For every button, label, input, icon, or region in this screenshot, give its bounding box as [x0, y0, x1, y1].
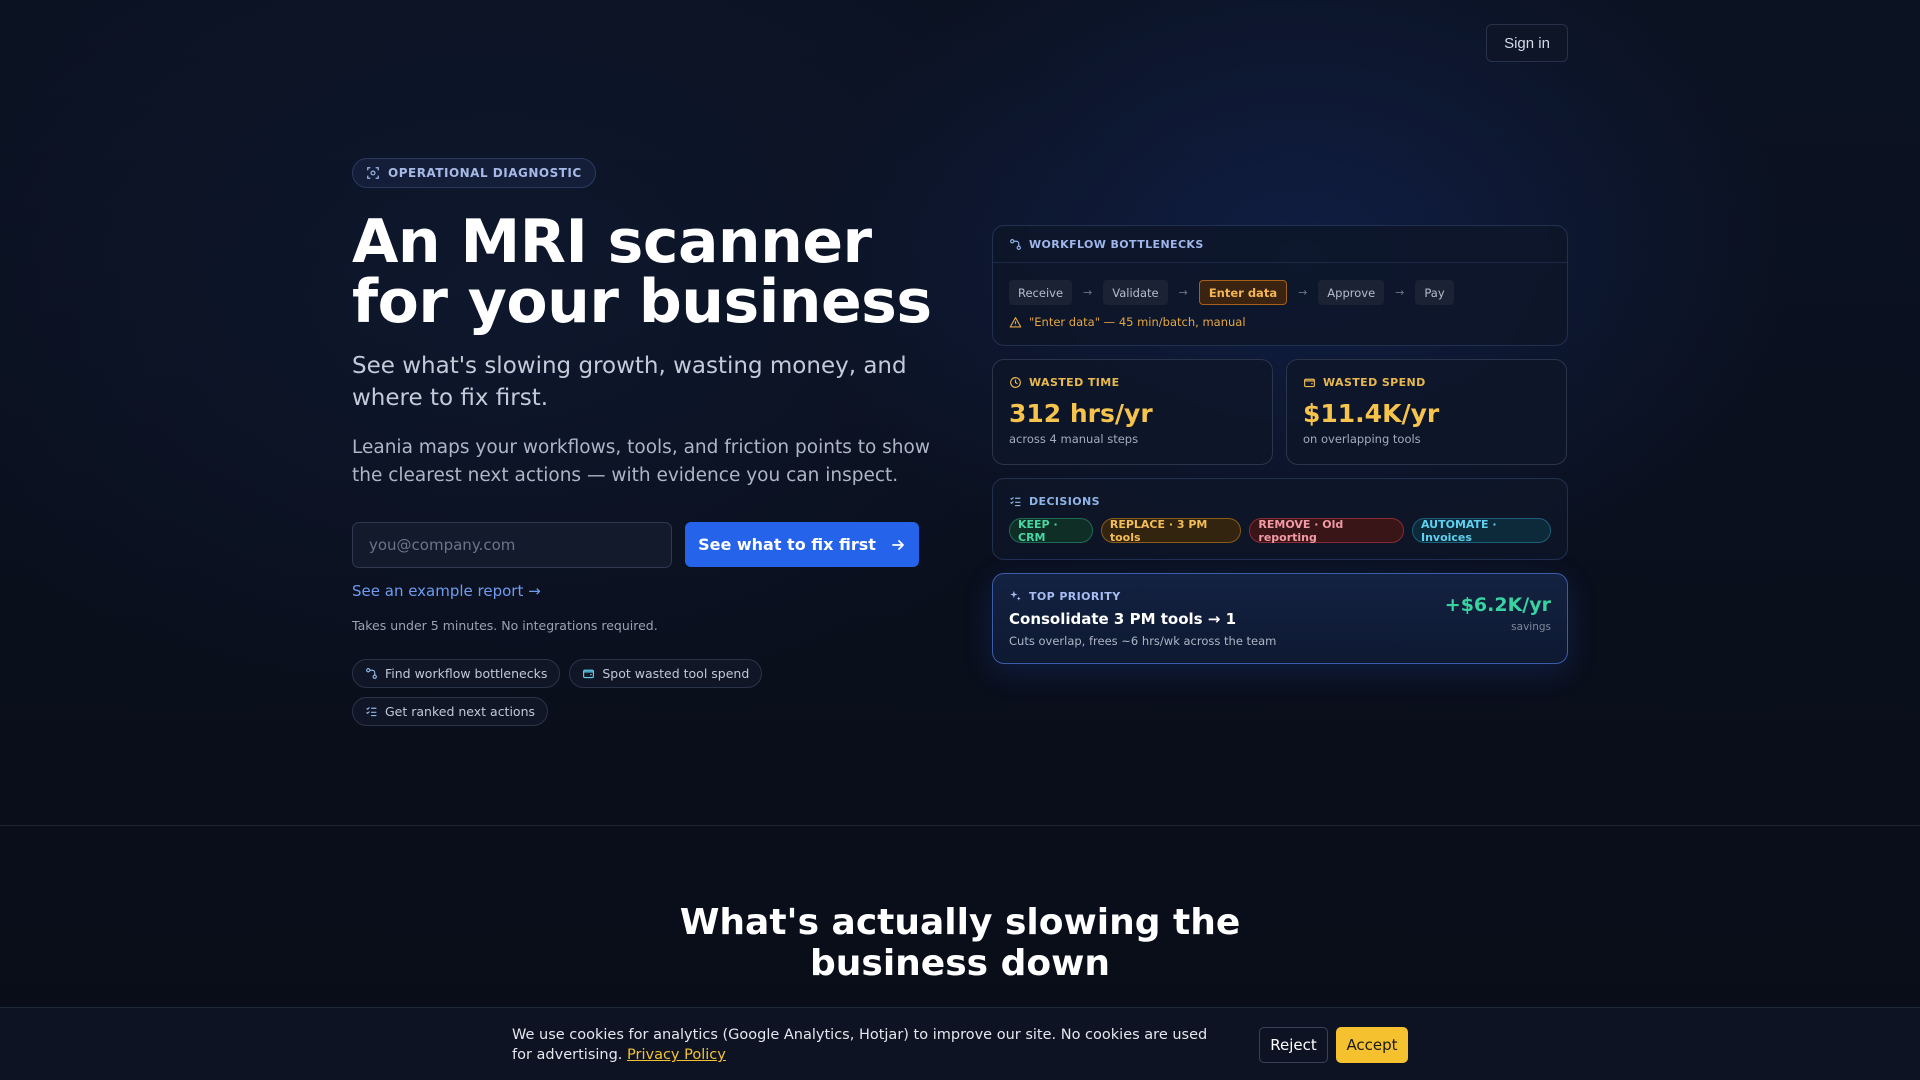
see-what-to-fix-button[interactable]: See what to fix first [685, 522, 919, 567]
savings-value: +$6.2K/yr [1444, 594, 1551, 616]
wasted-time-sub: across 4 manual steps [1009, 432, 1139, 446]
top-priority-label: TOP PRIORITY [1029, 590, 1121, 603]
feature-chip-actions: Get ranked next actions [352, 697, 549, 726]
feature-chip-spend: Spot wasted tool spend [569, 659, 763, 688]
workflow-steps: Receive → Validate → Enter data → Approv… [993, 263, 1567, 305]
clock-icon [1010, 377, 1021, 388]
sign-in-button[interactable]: Sign in [1486, 24, 1568, 62]
workflow-card-label: WORKFLOW BOTTLENECKS [1009, 238, 1204, 251]
step-arrow: → [1083, 286, 1093, 299]
signup-form: See what to fix first [352, 522, 932, 568]
top-priority-card: TOP PRIORITY Consolidate 3 PM tools → 1 … [992, 573, 1568, 664]
example-report-link[interactable]: See an example report → [352, 582, 541, 600]
wallet-icon [1304, 378, 1315, 388]
workflow-icon [366, 668, 377, 679]
hero-section: OPERATIONAL DIAGNOSTIC An MRI scanner fo… [352, 158, 932, 726]
decision-tag-remove: REMOVE · Old reporting [1249, 518, 1404, 544]
decisions-label: DECISIONS [1029, 495, 1100, 508]
top-priority-savings: +$6.2K/yr savings [1445, 594, 1551, 633]
top-priority-sub: Cuts overlap, frees ~6 hrs/wk across the… [1009, 634, 1277, 648]
feature-chip-label: Find workflow bottlenecks [385, 666, 548, 681]
hero-description: Leania maps your workflows, tools, and f… [352, 437, 930, 486]
step-arrow: → [1178, 286, 1188, 299]
wasted-time-card: WASTED TIME 312 hrs/yr across 4 manual s… [992, 359, 1273, 465]
sparkle-icon [1010, 590, 1021, 601]
wasted-spend-card: WASTED SPEND $11.4K/yr on overlapping to… [1286, 359, 1567, 465]
decision-tag-replace: REPLACE · 3 PM tools [1100, 518, 1242, 544]
warning-text: "Enter data" — 45 min/batch, manual [1029, 315, 1246, 329]
step-arrow: → [1395, 286, 1405, 299]
workflow-step: Approve [1318, 280, 1385, 305]
decision-tags: KEEP · CRM REPLACE · 3 PM tools REMOVE ·… [1009, 518, 1551, 544]
workflow-step: Validate [1103, 280, 1168, 305]
cookie-banner: We use cookies for analytics (Google Ana… [0, 1007, 1920, 1080]
section-title: What's actually slowing the business dow… [679, 902, 1241, 984]
scan-icon [367, 167, 379, 179]
landing-page: Sign in OPERATIONAL DIAGNOSTIC An MRI sc… [0, 0, 1920, 1080]
bottleneck-warning: "Enter data" — 45 min/batch, manual [1009, 315, 1551, 329]
feature-chip-label: Get ranked next actions [385, 704, 536, 719]
hero-subtitle: See what's slowing growth, wasting money… [352, 353, 907, 411]
feature-chips: Find workflow bottlenecks Spot wasted to… [352, 659, 772, 726]
badge-label: OPERATIONAL DIAGNOSTIC [388, 166, 582, 180]
decision-tag-keep: KEEP · CRM [1009, 518, 1093, 544]
workflow-step-bottleneck: Enter data [1198, 280, 1288, 305]
diagnostic-badge: OPERATIONAL DIAGNOSTIC [352, 158, 596, 188]
workflow-step: Pay [1415, 280, 1454, 305]
feature-chip-bottlenecks: Find workflow bottlenecks [352, 659, 561, 688]
hero-title: An MRI scanner for your business [352, 212, 932, 332]
accept-cookies-button[interactable]: Accept [1336, 1027, 1408, 1063]
hero-note: Takes under 5 minutes. No integrations r… [352, 618, 658, 633]
privacy-policy-link[interactable]: Privacy Policy [627, 1047, 726, 1063]
wasted-spend-label: WASTED SPEND [1323, 376, 1426, 389]
workflow-card-title: WORKFLOW BOTTLENECKS [1029, 237, 1204, 251]
decisions-card: DECISIONS KEEP · CRM REPLACE · 3 PM tool… [992, 478, 1568, 560]
list-check-icon [366, 707, 377, 717]
cookie-message: We use cookies for analytics (Google Ana… [512, 1027, 1208, 1063]
workflow-icon [1010, 238, 1021, 250]
cta-label: See what to fix first [698, 535, 876, 554]
arrow-right-icon [892, 539, 904, 550]
email-input[interactable] [352, 522, 672, 568]
savings-unit: savings [1511, 621, 1551, 633]
stats-row: WASTED TIME 312 hrs/yr across 4 manual s… [992, 359, 1568, 465]
wasted-spend-sub: on overlapping tools [1303, 432, 1421, 446]
list-check-icon [1010, 497, 1021, 507]
wasted-time-label: WASTED TIME [1029, 376, 1120, 389]
section-divider [0, 825, 1920, 826]
step-arrow: → [1298, 286, 1308, 299]
warning-icon [1009, 316, 1022, 328]
wasted-spend-value: $11.4K/yr [1303, 399, 1440, 428]
workflow-step: Receive [1009, 280, 1073, 305]
wasted-time-value: 312 hrs/yr [1009, 399, 1153, 428]
cookie-text: We use cookies for analytics (Google Ana… [512, 1025, 1212, 1065]
reject-cookies-button[interactable]: Reject [1259, 1027, 1328, 1063]
wallet-icon [583, 669, 595, 679]
workflow-bottlenecks-card: WORKFLOW BOTTLENECKS Receive → Validate … [992, 225, 1568, 346]
hero-title-line2: for your business [352, 267, 932, 337]
diagnostic-preview: WORKFLOW BOTTLENECKS Receive → Validate … [992, 225, 1568, 664]
feature-chip-label: Spot wasted tool spend [602, 666, 750, 681]
decision-tag-automate: AUTOMATE · Invoices [1411, 518, 1551, 544]
